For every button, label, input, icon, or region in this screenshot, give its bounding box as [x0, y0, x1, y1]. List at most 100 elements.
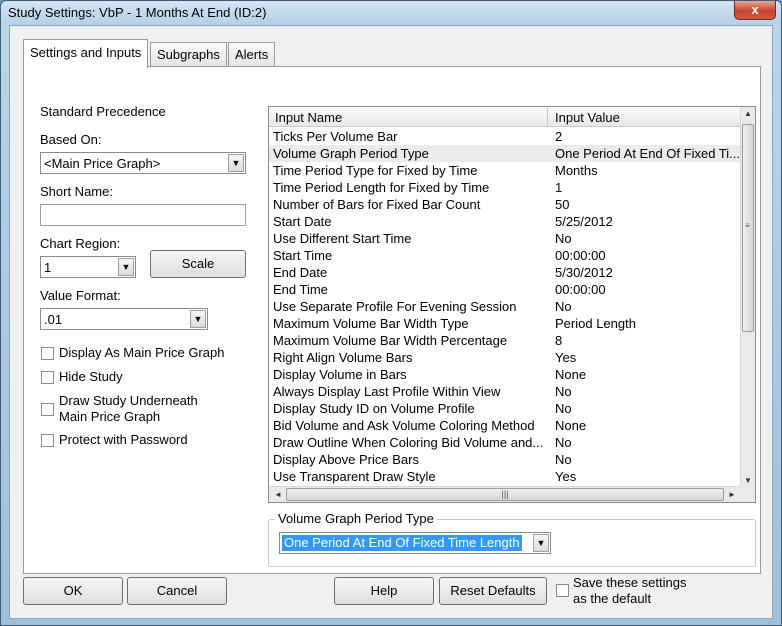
table-row[interactable]: End Date 5/30/2012	[269, 264, 741, 281]
chevron-down-icon[interactable]: ▼	[190, 310, 206, 328]
input-name-cell[interactable]: Always Display Last Profile Within View	[273, 384, 543, 399]
input-name-cell[interactable]: Ticks Per Volume Bar	[273, 129, 543, 144]
vertical-scrollbar[interactable]: ▲ ≡ ▼	[740, 107, 755, 487]
chevron-down-icon[interactable]: ▼	[533, 534, 549, 552]
input-name-cell[interactable]: Use Separate Profile For Evening Session	[273, 299, 543, 314]
input-name-cell[interactable]: Right Align Volume Bars	[273, 350, 543, 365]
vertical-scroll-thumb[interactable]: ≡	[742, 124, 754, 332]
hide-study-label[interactable]: Hide Study	[59, 369, 123, 384]
input-value-cell[interactable]: None	[555, 418, 739, 433]
ok-button[interactable]: OK	[23, 577, 123, 605]
input-name-cell[interactable]: Maximum Volume Bar Width Type	[273, 316, 543, 331]
scroll-down-icon[interactable]: ▼	[741, 476, 755, 485]
input-name-cell[interactable]: Start Time	[273, 248, 543, 263]
input-name-cell[interactable]: Time Period Length for Fixed by Time	[273, 180, 543, 195]
based-on-dropdown[interactable]: <Main Price Graph> ▼	[40, 152, 246, 174]
input-name-cell[interactable]: Start Date	[273, 214, 543, 229]
input-value-cell[interactable]: 1	[555, 180, 739, 195]
input-name-cell[interactable]: Number of Bars for Fixed Bar Count	[273, 197, 543, 212]
input-name-cell[interactable]: Bid Volume and Ask Volume Coloring Metho…	[273, 418, 543, 433]
tab-alerts[interactable]: Alerts	[228, 42, 276, 66]
table-row[interactable]: Time Period Type for Fixed by Time Months	[269, 162, 741, 179]
inputs-grid[interactable]: Input Name Input Value Ticks Per Volume …	[268, 106, 756, 503]
input-value-cell[interactable]: No	[555, 231, 739, 246]
protect-with-password-label[interactable]: Protect with Password	[59, 432, 188, 447]
value-format-dropdown[interactable]: .01 ▼	[40, 308, 208, 330]
tab-subgraphs[interactable]: Subgraphs	[150, 42, 227, 66]
table-row[interactable]: Start Date 5/25/2012	[269, 213, 741, 230]
table-row[interactable]: Display Above Price Bars No	[269, 451, 741, 468]
input-name-cell[interactable]: End Time	[273, 282, 543, 297]
input-value-cell[interactable]: 5/30/2012	[555, 265, 739, 280]
draw-study-underneath-label-line2[interactable]: Main Price Graph	[59, 409, 160, 424]
period-type-dropdown[interactable]: One Period At End Of Fixed Time Length ▼	[279, 532, 551, 554]
table-row[interactable]: End Time 00:00:00	[269, 281, 741, 298]
table-row[interactable]: Display Study ID on Volume Profile No	[269, 400, 741, 417]
table-row[interactable]: Maximum Volume Bar Width Type Period Leng…	[269, 315, 741, 332]
input-name-cell[interactable]: Display Study ID on Volume Profile	[273, 401, 543, 416]
table-row[interactable]: Bid Volume and Ask Volume Coloring Metho…	[269, 417, 741, 434]
display-as-main-price-graph-checkbox[interactable]	[41, 347, 54, 360]
table-row[interactable]: Right Align Volume Bars Yes	[269, 349, 741, 366]
horizontal-scroll-thumb[interactable]: |||	[286, 488, 724, 501]
column-header-input-name[interactable]: Input Name	[275, 110, 342, 125]
save-as-default-checkbox[interactable]	[556, 584, 569, 597]
table-row[interactable]: Number of Bars for Fixed Bar Count 50	[269, 196, 741, 213]
input-value-cell[interactable]: 00:00:00	[555, 248, 739, 263]
table-row[interactable]: Volume Graph Period Type One Period At En…	[269, 145, 741, 162]
input-name-cell[interactable]: Maximum Volume Bar Width Percentage	[273, 333, 543, 348]
input-value-cell[interactable]: No	[555, 435, 739, 450]
table-row[interactable]: Maximum Volume Bar Width Percentage 8	[269, 332, 741, 349]
input-value-cell[interactable]: 5/25/2012	[555, 214, 739, 229]
scale-button[interactable]: Scale	[150, 250, 246, 278]
input-name-cell[interactable]: Draw Outline When Coloring Bid Volume an…	[273, 435, 543, 450]
table-row[interactable]: Use Separate Profile For Evening Session…	[269, 298, 741, 315]
table-row[interactable]: Use Different Start Time No	[269, 230, 741, 247]
input-value-cell[interactable]: No	[555, 401, 739, 416]
input-value-cell[interactable]: No	[555, 384, 739, 399]
help-button[interactable]: Help	[334, 577, 434, 605]
input-value-cell[interactable]: No	[555, 299, 739, 314]
table-row[interactable]: Start Time 00:00:00	[269, 247, 741, 264]
input-name-cell[interactable]: Use Different Start Time	[273, 231, 543, 246]
scroll-left-icon[interactable]: ◄	[271, 490, 285, 499]
input-value-cell[interactable]: 2	[555, 129, 739, 144]
save-as-default-label[interactable]: Save these settings	[573, 575, 686, 590]
cancel-button[interactable]: Cancel	[127, 577, 227, 605]
input-value-cell[interactable]: 8	[555, 333, 739, 348]
input-value-cell[interactable]: Months	[555, 163, 739, 178]
protect-with-password-checkbox[interactable]	[41, 434, 54, 447]
input-value-cell[interactable]: Period Length	[555, 316, 739, 331]
input-name-cell[interactable]: Display Volume in Bars	[273, 367, 543, 382]
input-name-cell[interactable]: End Date	[273, 265, 543, 280]
scroll-right-icon[interactable]: ►	[725, 490, 739, 499]
table-row[interactable]: Display Volume in Bars None	[269, 366, 741, 383]
short-name-input[interactable]	[40, 204, 246, 226]
draw-study-underneath-label[interactable]: Draw Study Underneath	[59, 393, 198, 408]
column-header-input-value[interactable]: Input Value	[555, 110, 620, 125]
input-value-cell[interactable]: One Period At End Of Fixed Ti...	[555, 146, 739, 161]
tab-settings-and-inputs[interactable]: Settings and Inputs	[23, 39, 149, 68]
input-value-cell[interactable]: No	[555, 452, 739, 467]
save-as-default-label-line2[interactable]: as the default	[573, 591, 651, 606]
table-row[interactable]: Draw Outline When Coloring Bid Volume an…	[269, 434, 741, 451]
display-as-main-price-graph-label[interactable]: Display As Main Price Graph	[59, 345, 224, 360]
input-name-cell[interactable]: Volume Graph Period Type	[273, 146, 543, 161]
scroll-up-icon[interactable]: ▲	[741, 109, 755, 118]
input-value-cell[interactable]: 00:00:00	[555, 282, 739, 297]
chart-region-dropdown[interactable]: 1 ▼	[40, 256, 136, 278]
input-value-cell[interactable]: Yes	[555, 469, 739, 484]
horizontal-scrollbar[interactable]: ◄ ||| ►	[269, 486, 741, 502]
chevron-down-icon[interactable]: ▼	[118, 258, 134, 276]
draw-study-underneath-checkbox[interactable]	[41, 403, 54, 416]
input-value-cell[interactable]: None	[555, 367, 739, 382]
column-divider[interactable]	[547, 107, 548, 127]
table-row[interactable]: Always Display Last Profile Within View N…	[269, 383, 741, 400]
input-value-cell[interactable]: Yes	[555, 350, 739, 365]
table-row[interactable]: Use Transparent Draw Style Yes	[269, 468, 741, 485]
close-button[interactable]: x	[734, 1, 776, 20]
table-row[interactable]: Ticks Per Volume Bar 2	[269, 128, 741, 145]
input-name-cell[interactable]: Display Above Price Bars	[273, 452, 543, 467]
table-row[interactable]: Time Period Length for Fixed by Time 1	[269, 179, 741, 196]
reset-defaults-button[interactable]: Reset Defaults	[439, 577, 547, 605]
